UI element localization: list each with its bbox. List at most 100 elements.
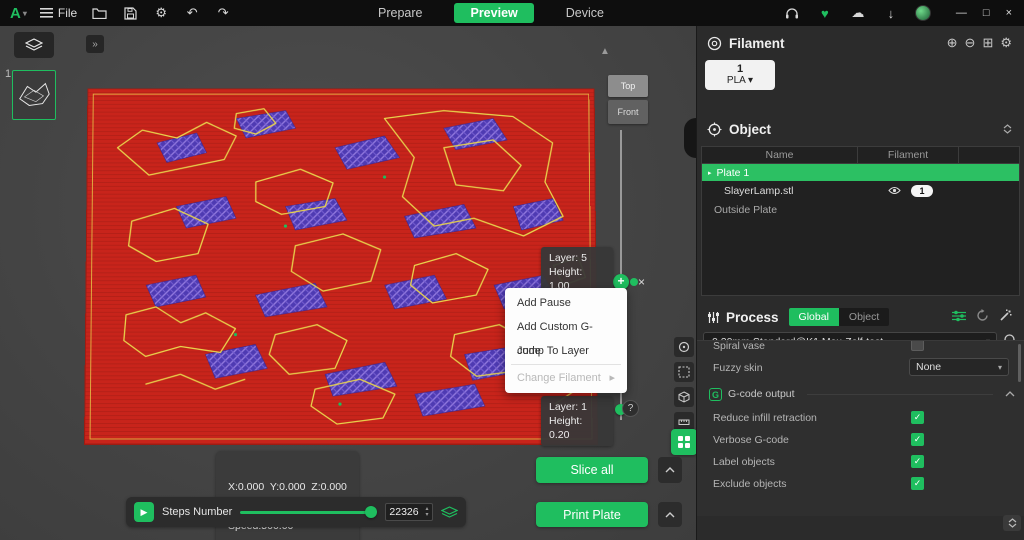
pause-marker-dot[interactable] [630, 278, 638, 286]
menu-item-add-custom-gcode[interactable]: Add Custom G-code [505, 315, 627, 339]
close-button[interactable]: × [1006, 7, 1012, 19]
maximize-button[interactable]: □ [983, 7, 990, 19]
table-row-outside-plate[interactable]: Outside Plate [702, 200, 1019, 219]
process-title: Process [726, 310, 779, 325]
table-row-model[interactable]: SlayerLamp.stl 1 [702, 181, 1019, 200]
fuzzy-skin-select[interactable]: None ▾ [909, 358, 1009, 376]
slice-all-button[interactable]: Slice all [536, 457, 648, 483]
app-logo[interactable]: A▾ [10, 5, 27, 22]
object-table-header: Name Filament [702, 147, 1019, 164]
filament-badge[interactable]: 1 [911, 185, 933, 197]
spin-down-icon[interactable]: ▾ [425, 512, 428, 518]
model-name: SlayerLamp.stl [724, 185, 793, 197]
open-file-button[interactable] [90, 4, 108, 22]
cloud-button[interactable]: ☁ [849, 4, 867, 22]
favorite-button[interactable]: ♥ [816, 4, 834, 22]
save-button[interactable] [121, 4, 139, 22]
clip-button[interactable] [674, 362, 694, 382]
help-button[interactable]: ? [622, 400, 639, 417]
menu-separator [511, 364, 621, 365]
display-panel-button[interactable] [671, 429, 696, 455]
wand-icon [999, 309, 1012, 322]
filament-settings-button[interactable]: ⚙ [1000, 35, 1012, 51]
steps-slider[interactable] [240, 506, 377, 518]
setting-label: Verbose G-code [713, 434, 789, 446]
ruler-icon [678, 416, 690, 428]
tune-button[interactable] [952, 310, 966, 325]
column-filament: Filament [858, 147, 959, 163]
menu-item-jump-to-layer[interactable]: Jump To Layer [505, 339, 627, 363]
print-options-button[interactable] [658, 502, 682, 527]
tab-prepare[interactable]: Prepare [368, 3, 432, 23]
layer-view-button[interactable] [14, 32, 54, 58]
redo-button[interactable]: ↷ [214, 4, 232, 22]
undo-button[interactable]: ↶ [183, 4, 201, 22]
layers-green-icon[interactable] [441, 506, 458, 519]
user-avatar[interactable] [915, 5, 931, 21]
verbose-gcode-checkbox[interactable]: ✓ [911, 433, 924, 446]
tab-preview[interactable]: Preview [454, 3, 533, 23]
process-settings-list: Spiral vase Fuzzy skin None ▾ G G-code o… [697, 340, 1024, 516]
play-icon: ▶ [141, 507, 148, 518]
marker-close-icon[interactable]: × [638, 275, 645, 289]
measure-button[interactable] [674, 337, 694, 357]
label-objects-checkbox[interactable]: ✓ [911, 455, 924, 468]
print-plate-button[interactable]: Print Plate [536, 502, 648, 527]
panel-drawer-handle[interactable] [684, 118, 696, 158]
setting-row-label-objects: Label objects ✓ [697, 451, 1024, 473]
position-coordinates: X:0.000 Y:0.000 Z:0.000 [228, 481, 347, 494]
view-top-button[interactable]: Top [608, 75, 648, 97]
minimize-button[interactable]: — [956, 7, 967, 19]
gcode-output-section[interactable]: G G-code output [697, 381, 1024, 407]
steps-slider-track[interactable] [240, 511, 373, 514]
slice-options-button[interactable] [658, 457, 682, 483]
remove-filament-button[interactable]: ⊖ [965, 35, 976, 51]
process-section-header: Process Global Object [697, 304, 1024, 330]
tab-object[interactable]: Object [839, 308, 889, 326]
file-menu[interactable]: File [40, 6, 77, 20]
menu-item-change-filament[interactable]: Change Filament ▸ [505, 366, 627, 390]
hamburger-icon [40, 8, 53, 18]
submenu-arrow-icon: ▸ [609, 366, 615, 390]
object-collapse-button[interactable] [1003, 124, 1012, 134]
spiral-vase-checkbox[interactable] [911, 340, 924, 351]
chevron-down-icon: ▾ [23, 9, 27, 18]
exclude-objects-checkbox[interactable]: ✓ [911, 477, 924, 490]
play-button[interactable]: ▶ [134, 502, 154, 522]
steps-value[interactable]: 22326 [386, 506, 422, 518]
chevron-up-icon[interactable] [1005, 391, 1015, 397]
filament-title: Filament [729, 36, 785, 51]
menu-item-add-pause[interactable]: Add Pause [505, 291, 627, 315]
settings-button[interactable]: ⚙ [152, 4, 170, 22]
reset-button[interactable] [976, 309, 989, 325]
view-front-button[interactable]: Front [608, 100, 648, 124]
download-button[interactable]: ↓ [882, 4, 900, 22]
redo-icon: ↷ [218, 5, 229, 21]
add-filament-button[interactable]: ⊕ [947, 35, 958, 51]
arrow-up-icon[interactable]: ▲ [600, 46, 610, 57]
preview-viewport[interactable]: » 1 [0, 26, 696, 540]
filament-section-header: Filament ⊕ ⊖ ⊞ ⚙ [697, 30, 1024, 56]
setting-label: Fuzzy skin [713, 362, 763, 374]
tab-device[interactable]: Device [556, 3, 614, 23]
tab-global[interactable]: Global [789, 308, 839, 326]
assembly-button[interactable] [674, 387, 694, 407]
steps-slider-knob[interactable] [365, 506, 377, 518]
gear-icon: ⚙ [1000, 35, 1012, 51]
support-button[interactable] [783, 4, 801, 22]
table-row-plate[interactable]: ▸ Plate 1 [702, 164, 1019, 181]
filament-card[interactable]: 1 PLA ▾ [705, 60, 775, 90]
steps-value-box[interactable]: 22326 ▴ ▾ [385, 503, 433, 521]
reduce-infill-retraction-checkbox[interactable]: ✓ [911, 411, 924, 424]
settings-scrollbar[interactable] [1018, 344, 1021, 382]
panel-expand-button[interactable] [1003, 515, 1021, 531]
steps-label: Steps Number [162, 506, 232, 518]
plate-list-expand-button[interactable]: » [86, 35, 104, 53]
plate-thumbnail[interactable] [12, 70, 56, 120]
flush-options-button[interactable]: ⊞ [982, 35, 993, 51]
expander-icon[interactable]: ▸ [708, 169, 712, 177]
eye-icon [888, 186, 901, 195]
wizard-button[interactable] [999, 309, 1012, 325]
visibility-toggle[interactable] [888, 186, 901, 195]
tune-icon [952, 310, 966, 322]
